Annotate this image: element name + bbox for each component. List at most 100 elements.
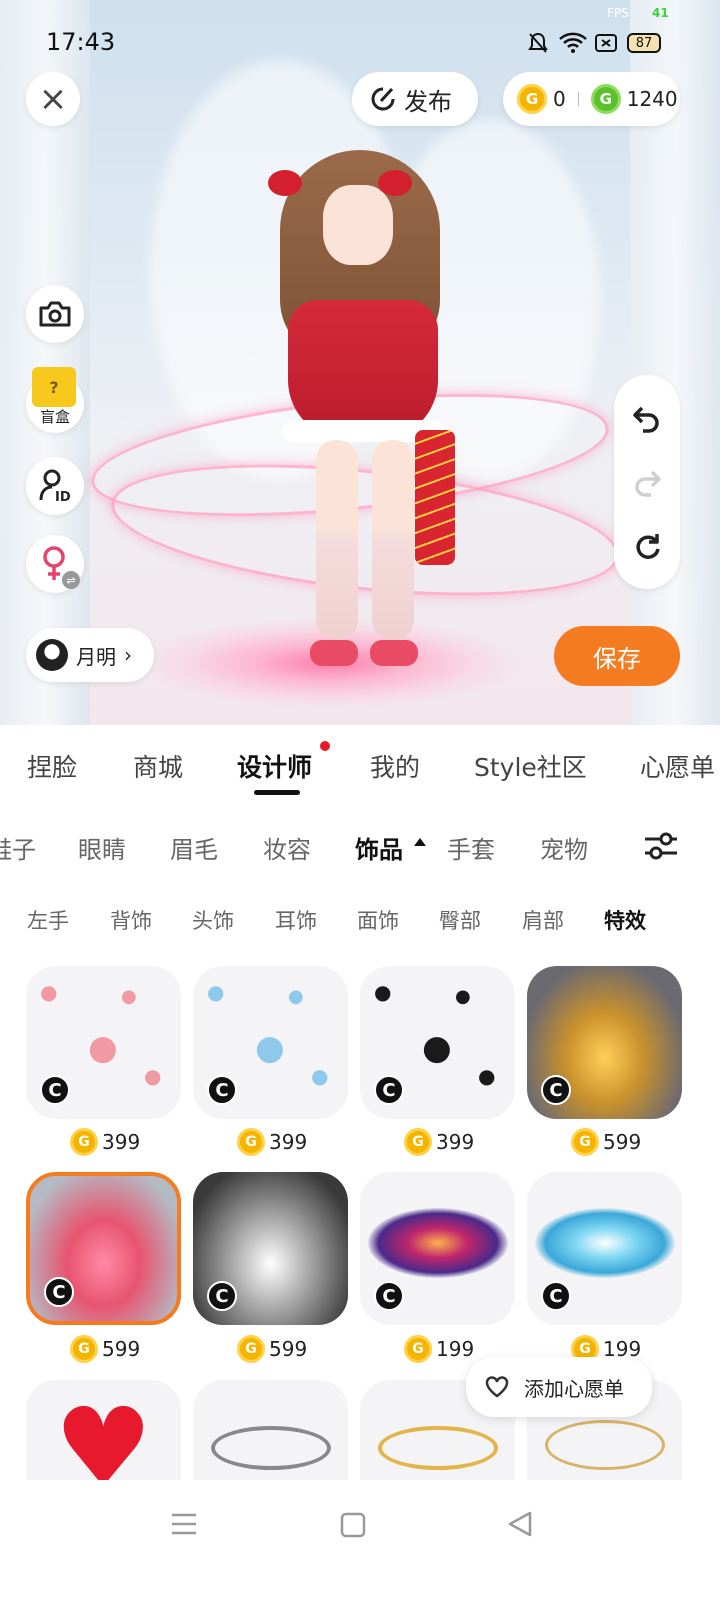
user-id-icon: ID	[39, 469, 71, 504]
item-card-blue-bears[interactable]: ● ● ● ● C	[193, 966, 348, 1119]
gold-coin-count: 0	[553, 87, 566, 111]
fps-label: FPS	[607, 6, 629, 20]
item-card-pink-bears[interactable]: ● ● ● ● C	[26, 966, 181, 1119]
add-to-wishlist-button[interactable]: 添加心愿单	[466, 1357, 652, 1417]
chevron-right-icon: ›	[124, 643, 132, 667]
category-hip[interactable]: 臀部	[439, 905, 481, 935]
creator-badge: C	[207, 1281, 237, 1311]
creator-badge: C	[207, 1075, 237, 1105]
gold-coin-icon: G	[70, 1128, 98, 1156]
item-card-black-bears[interactable]: ● ● ● ● C	[360, 966, 515, 1119]
sim-icon	[595, 34, 617, 52]
gold-coin-icon: G	[70, 1335, 98, 1363]
swap-icon: ⇌	[62, 571, 80, 589]
category-shoulder[interactable]: 肩部	[522, 905, 564, 935]
creator-badge: C	[44, 1277, 74, 1307]
item-card-ice-wings[interactable]: C	[527, 1172, 682, 1325]
subtab-accessories[interactable]: 饰品	[355, 830, 403, 865]
gold-coin-icon: G	[237, 1335, 265, 1363]
menu-icon[interactable]	[170, 1512, 198, 1536]
currency-panel[interactable]: G 0 G 1240	[503, 72, 680, 126]
user-name: 月明	[76, 644, 116, 669]
tab-face[interactable]: 捏脸	[27, 748, 77, 784]
currency-divider	[577, 92, 579, 106]
blindbox-button[interactable]: ? 盲盒	[26, 367, 84, 433]
item-card-red-heart[interactable]: ♥	[26, 1380, 181, 1480]
item-price: G 199	[404, 1335, 474, 1363]
tab-style-community[interactable]: Style社区	[474, 748, 587, 784]
wifi-icon	[559, 32, 587, 53]
publish-button[interactable]: 发布	[352, 72, 478, 126]
camera-button[interactable]	[26, 285, 84, 343]
creator-badge: C	[541, 1075, 571, 1105]
gold-coin-icon: G	[404, 1128, 432, 1156]
category-face[interactable]: 面饰	[357, 905, 399, 935]
heart-outline-icon	[485, 1376, 509, 1398]
subtab-shoes[interactable]: 鞋子	[0, 830, 36, 865]
tab-mine[interactable]: 我的	[370, 748, 420, 784]
tab-shop[interactable]: 商城	[133, 748, 183, 784]
category-left-hand[interactable]: 左手	[27, 905, 69, 935]
heart-icon: ♥	[54, 1384, 153, 1480]
fps-value: 41	[652, 6, 669, 20]
subtab-makeup[interactable]: 妆容	[263, 830, 311, 865]
main-tabs: 捏脸 商城 设计师 我的 Style社区 心愿单	[0, 728, 720, 808]
user-profile-pill[interactable]: 月明 ›	[26, 628, 154, 682]
home-icon[interactable]	[340, 1512, 366, 1538]
category-head[interactable]: 头饰	[192, 905, 234, 935]
gold-coin-icon: G	[571, 1128, 599, 1156]
gold-coin-icon: G	[517, 84, 547, 114]
wings-art	[368, 1208, 508, 1278]
wishlist-label: 添加心愿单	[524, 1376, 624, 1401]
redo-icon[interactable]	[632, 469, 662, 497]
status-bar: 17:43 FPS 41 87	[0, 0, 720, 60]
item-price: G 399	[404, 1128, 474, 1156]
cage-art	[545, 1420, 665, 1470]
save-button[interactable]: 保存	[554, 626, 680, 686]
item-price: G 599	[70, 1335, 140, 1363]
sub-tabs: 鞋子 眼睛 眉毛 妆容 饰品 手套 宠物	[0, 810, 720, 880]
status-time: 17:43	[46, 28, 116, 56]
publish-icon	[371, 87, 395, 111]
subtab-eyes[interactable]: 眼睛	[78, 830, 126, 865]
blindbox-label: 盲盒	[39, 408, 70, 426]
close-button[interactable]: ×	[26, 72, 80, 126]
history-controls	[614, 375, 680, 589]
gender-switch-button[interactable]: ⇌	[26, 535, 84, 593]
category-back[interactable]: 背饰	[110, 905, 152, 935]
item-price: G 399	[70, 1128, 140, 1156]
tab-wishlist[interactable]: 心愿单	[640, 748, 715, 784]
notification-dot	[320, 741, 330, 751]
tab-designer[interactable]: 设计师	[237, 748, 312, 784]
item-card-gold-halo[interactable]: C	[527, 966, 682, 1119]
category-effects[interactable]: 特效	[604, 905, 646, 935]
reset-icon[interactable]	[632, 531, 662, 561]
back-icon[interactable]	[506, 1510, 534, 1538]
wings-art	[535, 1208, 675, 1278]
category-ear[interactable]: 耳饰	[275, 905, 317, 935]
subtab-eyebrows[interactable]: 眉毛	[170, 830, 218, 865]
item-price: G 599	[237, 1335, 307, 1363]
item-card-silver-magic-circle[interactable]	[193, 1380, 348, 1480]
blindbox-icon: ?	[32, 367, 76, 407]
id-profile-button[interactable]: ID	[26, 457, 84, 515]
active-tab-indicator	[254, 790, 300, 795]
mute-bell-icon	[528, 32, 548, 53]
magic-circle-art	[378, 1426, 498, 1470]
subtab-gloves[interactable]: 手套	[447, 830, 495, 865]
undo-icon[interactable]	[632, 405, 662, 433]
item-card-pink-halo-selected[interactable]: C	[26, 1172, 181, 1325]
creator-badge: C	[40, 1075, 70, 1105]
publish-label: 发布	[404, 87, 452, 116]
camera-icon	[39, 301, 71, 327]
avatar-character[interactable]	[258, 150, 468, 680]
svg-text:ID: ID	[55, 490, 71, 504]
item-card-purple-wings[interactable]: C	[360, 1172, 515, 1325]
gold-coin-icon: G	[404, 1335, 432, 1363]
magic-circle-art	[211, 1426, 331, 1470]
filter-sliders-icon[interactable]	[643, 830, 679, 862]
item-card-silver-halo[interactable]: C	[193, 1172, 348, 1325]
green-coin-count: 1240	[626, 87, 678, 111]
avatar	[36, 639, 68, 671]
subtab-pets[interactable]: 宠物	[540, 830, 588, 865]
